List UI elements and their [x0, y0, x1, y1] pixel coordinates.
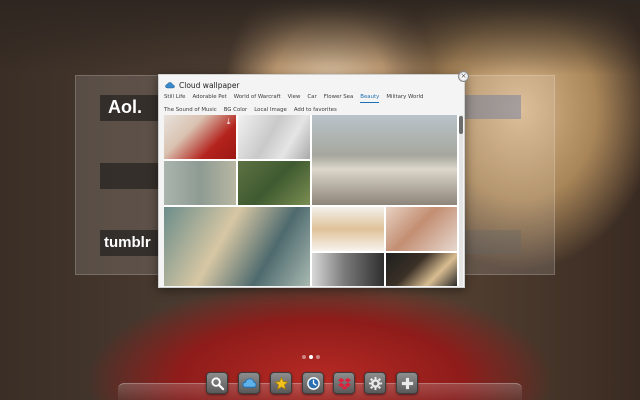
speed-dial-tile[interactable]: [465, 230, 521, 254]
dialog-title-bar: Cloud wallpaper: [165, 78, 240, 92]
tab-view[interactable]: View: [288, 93, 301, 103]
settings-button[interactable]: [364, 372, 386, 394]
dropbox-icon: [337, 377, 351, 390]
cloud-icon: [241, 377, 257, 388]
speed-dial-apple[interactable]: [100, 163, 160, 189]
gear-icon: [368, 376, 382, 390]
search-button[interactable]: [206, 372, 228, 394]
tab-still-life[interactable]: Still Life: [164, 93, 185, 103]
wallpaper-thumbnail[interactable]: [312, 253, 384, 286]
wallpaper-grid-scrollbar[interactable]: [459, 115, 463, 286]
tab-adorable-pet[interactable]: Adorable Pet: [192, 93, 226, 103]
page-dot-active[interactable]: [309, 355, 313, 359]
page-dot[interactable]: [316, 355, 320, 359]
cloud-wallpaper-dialog: Cloud wallpaper Still Life Adorable Pet …: [158, 74, 465, 288]
wallpaper-thumbnail[interactable]: [312, 207, 384, 251]
wallpaper-thumbnail[interactable]: [238, 115, 310, 159]
page-dot[interactable]: [302, 355, 306, 359]
dialog-close-button[interactable]: ×: [458, 71, 469, 82]
wallpaper-thumbnail[interactable]: [164, 207, 310, 286]
download-icon[interactable]: ⤓: [224, 118, 233, 127]
dropbox-button[interactable]: [333, 372, 355, 394]
wallpaper-thumbnail[interactable]: ⤓: [164, 115, 236, 159]
tab-car[interactable]: Car: [307, 93, 316, 103]
tab-the-sound-of-music[interactable]: The Sound of Music: [164, 106, 217, 115]
tab-local-image[interactable]: Local Image: [254, 106, 287, 115]
wallpaper-grid: ⤓: [164, 115, 460, 286]
category-tabs: Still Life Adorable Pet World of Warcraf…: [164, 93, 460, 115]
search-icon: [210, 376, 224, 390]
wallpaper-thumbnail[interactable]: [164, 161, 236, 205]
wallpaper-thumbnail[interactable]: [238, 161, 310, 205]
scrollbar-thumb[interactable]: [459, 116, 463, 134]
tab-world-of-warcraft[interactable]: World of Warcraft: [234, 93, 281, 103]
tab-flower-sea[interactable]: Flower Sea: [324, 93, 354, 103]
cloud-icon: [165, 82, 175, 89]
tab-bg-color[interactable]: BG Color: [224, 106, 248, 115]
star-icon: [273, 376, 289, 390]
wallpaper-top-shade: [0, 0, 640, 75]
tab-military-world[interactable]: Military World: [386, 93, 423, 103]
cloud-wallpaper-button[interactable]: [238, 372, 260, 394]
wallpaper-thumbnail[interactable]: [312, 115, 457, 205]
dialog-title: Cloud wallpaper: [179, 80, 240, 90]
clock-icon: [306, 376, 320, 390]
add-button[interactable]: [396, 372, 418, 394]
history-button[interactable]: [302, 372, 324, 394]
wallpaper-thumbnail[interactable]: [386, 207, 457, 251]
tab-add-to-favorites[interactable]: Add to favorites: [294, 106, 337, 115]
plus-icon: [401, 377, 413, 389]
speed-dial-aol[interactable]: Aol.: [100, 95, 160, 121]
speed-dial-tile[interactable]: [465, 95, 521, 119]
page-indicator: [302, 355, 320, 359]
tab-beauty[interactable]: Beauty: [360, 93, 380, 103]
wallpaper-thumbnail[interactable]: [386, 253, 457, 286]
favorites-button[interactable]: [270, 372, 292, 394]
speed-dial-tumblr[interactable]: tumblr: [100, 230, 160, 256]
